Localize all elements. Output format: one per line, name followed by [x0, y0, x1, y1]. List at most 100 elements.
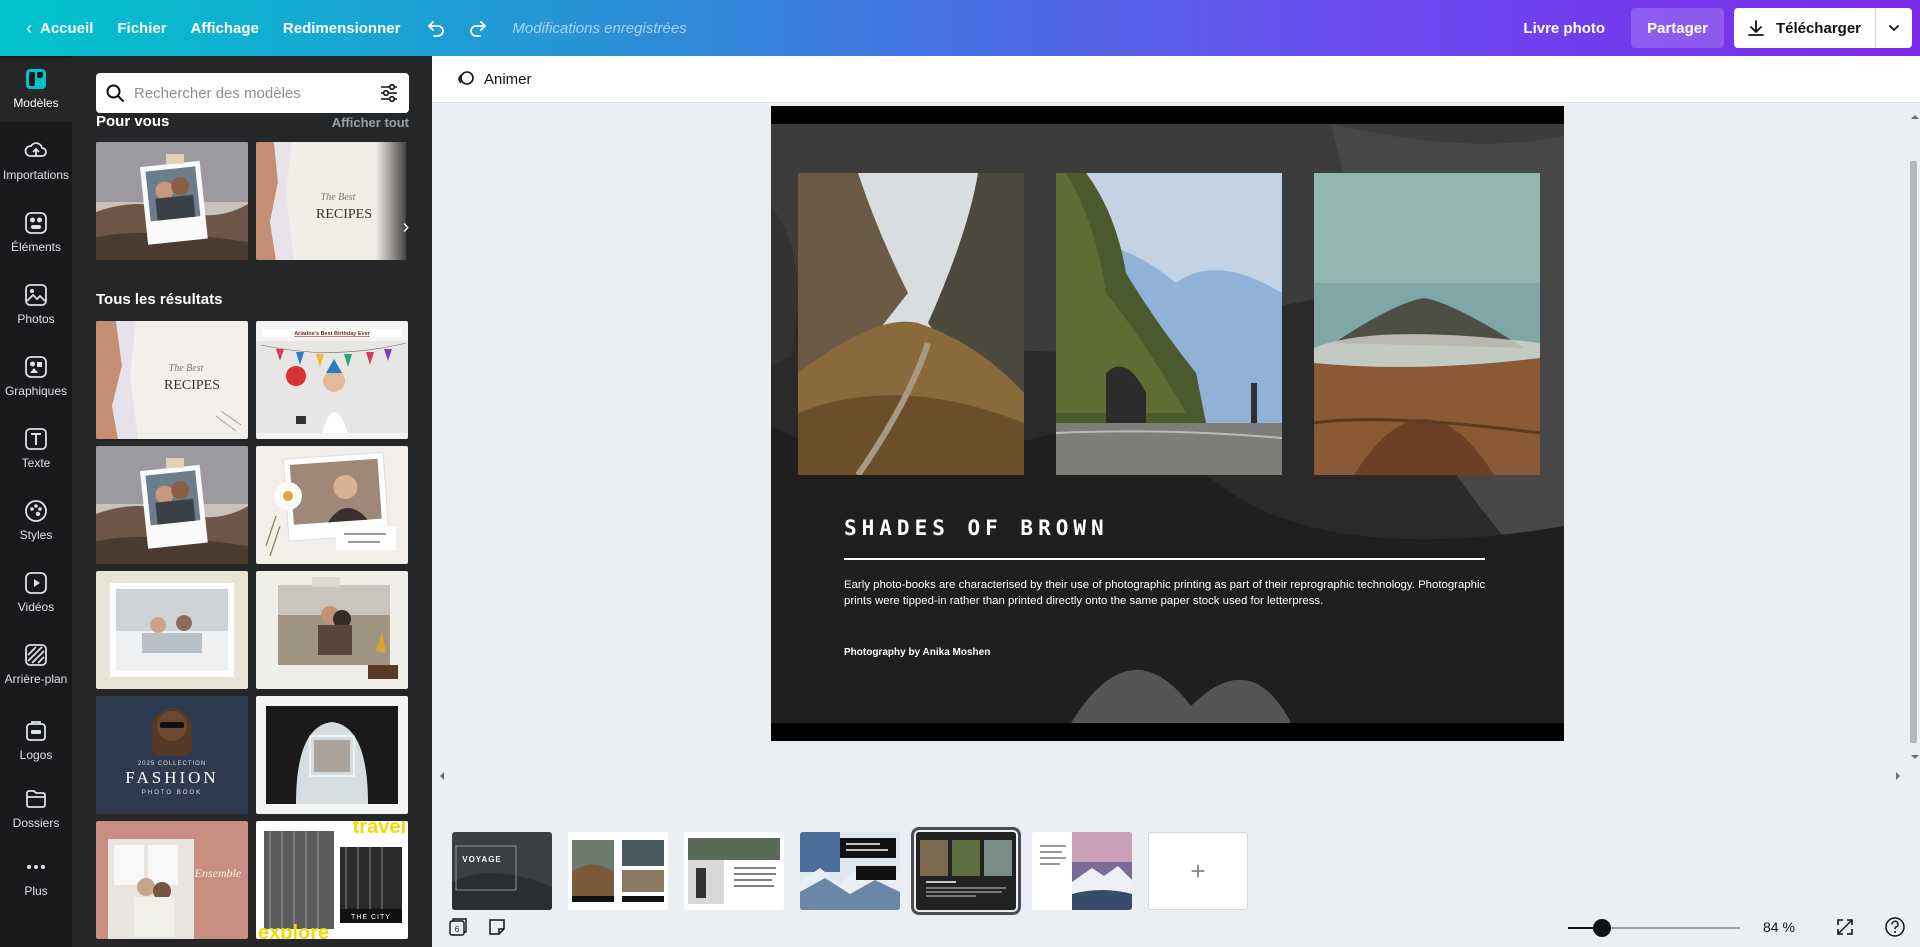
template-thumb-fashion[interactable]: 2025 COLLECTION FASHION PHOTO BOOK	[96, 696, 248, 814]
page-thumb-1[interactable]: VOYAGE	[452, 832, 552, 910]
videos-icon	[23, 570, 49, 596]
template-thumb-couple-polaroid-2[interactable]	[96, 446, 248, 564]
carousel-next-button[interactable]: ›	[391, 202, 421, 252]
page-heading[interactable]: SHADES OF BROWN	[844, 516, 1109, 540]
template-thumb-bedroom-couple[interactable]	[96, 571, 248, 689]
rail-item-graphics[interactable]: Graphiques	[0, 346, 72, 410]
template-thumb-cave-arch[interactable]	[256, 696, 408, 814]
home-label: Accueil	[40, 19, 94, 37]
explore-text: explore	[258, 922, 329, 939]
template-thumb-beach-couple[interactable]	[256, 571, 408, 689]
rail-item-photos[interactable]: Photos	[0, 274, 72, 338]
search-input[interactable]	[134, 84, 369, 102]
search-icon	[96, 83, 134, 103]
download-label: Télécharger	[1775, 19, 1861, 37]
page-thumb-4[interactable]	[800, 832, 900, 910]
add-page-button[interactable]: +	[1148, 832, 1248, 910]
help-button[interactable]	[1882, 914, 1908, 940]
rail-item-folders[interactable]: Dossiers	[0, 778, 72, 842]
photo-cliff[interactable]	[1056, 173, 1282, 475]
fullscreen-button[interactable]	[1832, 914, 1858, 940]
template-thumb-pink-couple[interactable]: Ensemble	[96, 821, 248, 939]
template-thumb-couple-polaroid[interactable]	[96, 142, 248, 260]
download-main[interactable]: Télécharger	[1734, 8, 1876, 48]
page-thumb-6[interactable]	[1032, 832, 1132, 910]
page-count: 6	[455, 925, 460, 934]
zoom-level[interactable]: 84 %	[1763, 919, 1795, 935]
rail-label: Modèles	[13, 96, 59, 110]
home-button[interactable]: ‹ Accueil	[14, 8, 105, 48]
page-thumb-2[interactable]	[568, 832, 668, 910]
horizontal-scrollbar[interactable]	[432, 768, 1906, 782]
animate-button[interactable]: Animer	[452, 63, 536, 95]
design-page[interactable]: SHADES OF BROWN Early photo-books are ch…	[771, 106, 1564, 741]
template-thumb-birthday[interactable]: Ariadne's Best Birthday Ever	[256, 321, 408, 439]
chevron-right-icon: ›	[402, 215, 410, 238]
rail-item-videos[interactable]: Vidéos	[0, 562, 72, 626]
notes-button[interactable]	[484, 914, 510, 940]
rail-label: Dossiers	[12, 816, 60, 830]
help-icon	[1885, 917, 1905, 937]
download-options-button[interactable]	[1876, 8, 1912, 48]
page-thumb-5-current[interactable]	[911, 827, 1021, 915]
svg-text:Ensemble: Ensemble	[194, 866, 242, 880]
rail-item-text[interactable]: Texte	[0, 418, 72, 482]
file-menu[interactable]: Fichier	[105, 8, 178, 48]
page-thumb-3[interactable]	[684, 832, 784, 910]
share-button[interactable]: Partager	[1631, 8, 1724, 48]
chevron-left-icon: ‹	[26, 17, 32, 38]
heading-divider[interactable]	[844, 558, 1485, 560]
download-button[interactable]: Télécharger	[1733, 8, 1912, 48]
rail-item-background[interactable]: Arrière-plan	[0, 634, 72, 698]
undo-icon	[428, 21, 445, 37]
rail-item-more[interactable]: Plus	[0, 846, 72, 910]
rail-item-templates[interactable]: Modèles	[0, 58, 72, 122]
rail-label: Logos	[19, 748, 53, 762]
filter-button[interactable]	[369, 82, 409, 104]
rail-label: Arrière-plan	[4, 672, 68, 686]
styles-icon	[23, 498, 49, 524]
template-search[interactable]	[96, 73, 409, 113]
rail-item-elements[interactable]: Éléments	[0, 202, 72, 266]
the-city-text: THE CITY	[351, 914, 391, 921]
undo-button[interactable]	[418, 10, 454, 46]
page-body-text[interactable]: Early photo-books are characterised by t…	[844, 577, 1504, 609]
zoom-slider[interactable]	[1568, 919, 1740, 937]
photo-valley[interactable]	[798, 173, 1024, 475]
template-thumb-recipes-2[interactable]: The Best RECIPES	[96, 321, 248, 439]
fashion-sub-text: PHOTO BOOK	[142, 790, 202, 796]
vertical-scroll-thumb[interactable]	[1910, 161, 1917, 743]
photos-icon	[23, 282, 49, 308]
template-thumb-recipes[interactable]: The Best RECIPES	[256, 142, 406, 260]
scroll-up-icon	[1911, 115, 1919, 119]
rail-item-logos[interactable]: Logos	[0, 710, 72, 774]
svg-text:The Best: The Best	[321, 192, 356, 203]
folders-icon	[23, 786, 49, 812]
see-all-link[interactable]: Afficher tout	[332, 115, 409, 130]
template-thumb-grandma-scrapbook[interactable]	[256, 446, 408, 564]
rail-label: Styles	[19, 528, 53, 542]
editor-area: Animer SHADES OF BROWN Early photo-books…	[432, 56, 1920, 947]
photo-credit[interactable]: Photography by Anika Moshen	[844, 647, 990, 658]
recipes-text: RECIPES	[316, 207, 372, 222]
redo-button[interactable]	[460, 10, 496, 46]
more-icon	[23, 854, 49, 880]
template-thumb-the-city[interactable]: THE CITY travel explore	[256, 821, 408, 939]
rail-label: Photos	[17, 312, 55, 326]
rail-label: Plus	[24, 884, 48, 898]
context-toolbar: Animer	[432, 56, 1920, 103]
all-results-title: Tous les résultats	[96, 291, 223, 308]
fashion-text: FASHION	[125, 768, 218, 787]
zoom-slider-handle[interactable]	[1593, 919, 1611, 937]
pages-count-button[interactable]: 6	[444, 914, 470, 940]
rail-label: Texte	[21, 456, 51, 470]
vertical-scrollbar[interactable]	[1906, 103, 1920, 773]
resize-menu[interactable]: Redimensionner	[271, 8, 413, 48]
text-icon	[23, 426, 49, 452]
view-menu[interactable]: Affichage	[179, 8, 271, 48]
rail-item-uploads[interactable]: Importations	[0, 130, 72, 194]
document-title[interactable]: Livre photo	[1511, 8, 1617, 48]
rail-item-styles[interactable]: Styles	[0, 490, 72, 554]
photo-volcano[interactable]	[1314, 173, 1540, 475]
templates-icon	[23, 66, 49, 92]
